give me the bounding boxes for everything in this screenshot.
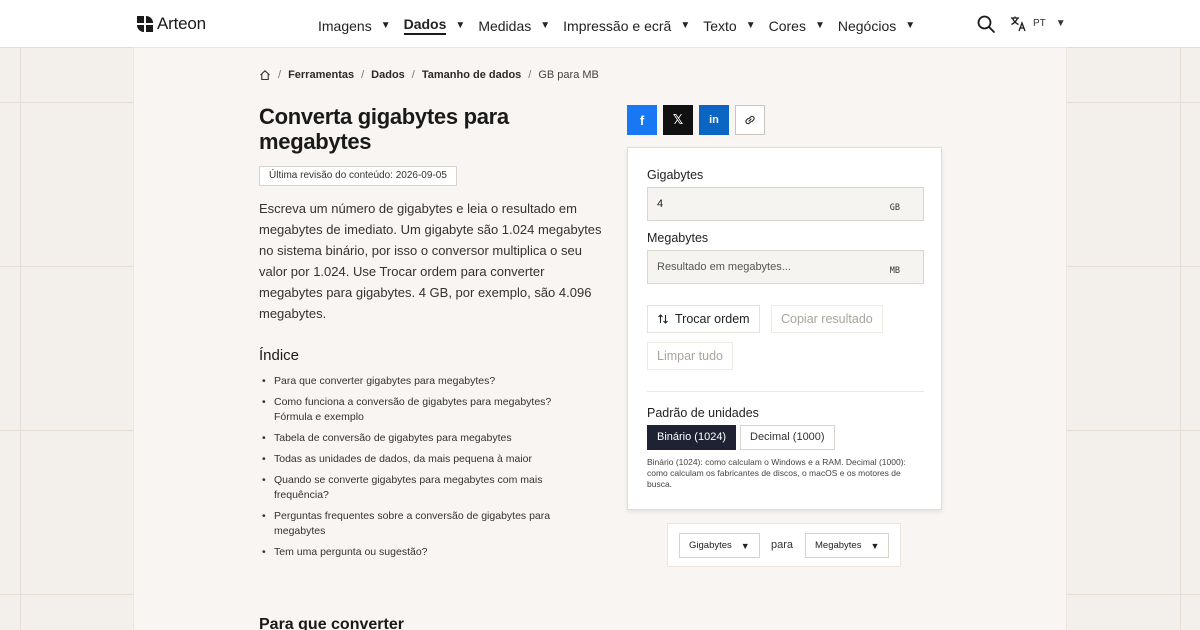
megabytes-output[interactable]	[648, 251, 878, 283]
nav-item-cores[interactable]: Cores ▼	[769, 16, 825, 35]
logo-icon	[137, 16, 153, 32]
toc-item[interactable]: Tem uma pergunta ou sugestão?	[260, 545, 560, 560]
translate-icon	[1011, 16, 1026, 32]
gigabytes-label: Gigabytes	[647, 168, 704, 182]
background-grid-line	[20, 48, 21, 630]
breadcrumb: / Ferramentas / Dados / Tamanho de dados…	[259, 69, 599, 81]
nav-item-label: Dados	[403, 16, 447, 35]
nav-item-dados[interactable]: Dados ▼	[403, 16, 466, 35]
breadcrumb-tamanho-de-dados[interactable]: Tamanho de dados	[422, 69, 521, 81]
share-facebook-button[interactable]: f	[627, 105, 657, 135]
background-grid-line	[1180, 48, 1181, 630]
share-x-button[interactable]: 𝕏	[663, 105, 693, 135]
clear-all-button[interactable]: Limpar tudo	[647, 342, 734, 370]
nav-item-label: Impressão e ecrã	[563, 17, 672, 34]
caret-down-icon: ▼	[540, 20, 551, 31]
nav-item-label: Texto	[703, 17, 737, 34]
nav-item-label: Cores	[768, 17, 806, 34]
search-button[interactable]	[976, 14, 996, 34]
swap-order-label: Trocar ordem	[675, 312, 750, 326]
megabytes-unit: MB	[889, 266, 900, 276]
breadcrumb-separator: /	[278, 69, 282, 81]
megabytes-field-wrapper: MB	[647, 250, 924, 284]
linkedin-icon: in	[709, 114, 719, 126]
caret-down-icon: ▼	[870, 540, 880, 551]
toc-item[interactable]: Tabela de conversão de gigabytes para me…	[260, 431, 560, 446]
unit-standard-label: Padrão de unidades	[647, 406, 759, 420]
copy-result-label: Copiar resultado	[781, 312, 873, 326]
breadcrumb-separator: /	[411, 69, 415, 81]
toc-item[interactable]: Perguntas frequentes sobre a conversão d…	[260, 509, 560, 539]
chooser-connector: para	[771, 539, 794, 551]
converter-panel: Gigabytes GB Megabytes MB Trocar ordem C…	[627, 147, 942, 510]
top-navigation-bar: Arteon Imagens ▼ Dados ▼ Medidas ▼ Impre…	[0, 0, 1200, 48]
copy-link-button[interactable]	[735, 105, 765, 135]
page-title: Converta gigabytes para megabytes	[259, 104, 509, 154]
nav-item-label: Medidas	[478, 17, 532, 34]
to-unit-value: Megabytes	[815, 540, 862, 551]
nav-item-texto[interactable]: Texto ▼	[703, 16, 755, 35]
to-unit-select[interactable]: Megabytes ▼	[805, 533, 890, 558]
brand-logo[interactable]: Arteon	[137, 14, 206, 34]
clear-all-label: Limpar tudo	[657, 349, 724, 363]
facebook-icon: f	[639, 112, 645, 128]
link-icon	[745, 115, 755, 125]
caret-down-icon: ▼	[455, 20, 466, 31]
toc-title: Índice	[259, 347, 300, 364]
language-switcher[interactable]: PT ▼	[1010, 15, 1066, 32]
section-heading: Para que converter	[259, 616, 404, 630]
nav-item-label: Negócios	[837, 17, 897, 34]
search-icon	[977, 15, 995, 33]
breadcrumb-separator: /	[361, 69, 365, 81]
binary-standard-button[interactable]: Binário (1024)	[647, 425, 737, 450]
caret-down-icon: ▼	[814, 20, 825, 31]
caret-down-icon: ▼	[680, 20, 691, 31]
megabytes-label: Megabytes	[647, 231, 709, 245]
share-buttons: f 𝕏 in	[627, 105, 765, 135]
caret-down-icon: ▼	[1055, 18, 1066, 29]
toc-item[interactable]: Como funciona a conversão de gigabytes p…	[260, 395, 560, 425]
breadcrumb-current: GB para MB	[538, 69, 599, 81]
nav-item-negocios[interactable]: Negócios ▼	[838, 16, 915, 35]
home-icon[interactable]	[259, 69, 271, 81]
swap-arrows-icon	[658, 314, 668, 324]
table-of-contents: Para que converter gigabytes para megaby…	[260, 374, 560, 566]
caret-down-icon: ▼	[740, 540, 750, 551]
revision-badge: Última revisão do conteúdo: 2026-09-05	[259, 166, 457, 186]
divider	[647, 391, 924, 392]
breadcrumb-dados[interactable]: Dados	[371, 69, 405, 81]
gigabytes-unit: GB	[889, 203, 900, 213]
nav-item-imagens[interactable]: Imagens ▼	[318, 16, 391, 35]
caret-down-icon: ▼	[905, 20, 916, 31]
gigabytes-input[interactable]	[648, 188, 878, 220]
toc-item[interactable]: Quando se converte gigabytes para megaby…	[260, 473, 560, 503]
from-unit-value: Gigabytes	[689, 540, 732, 551]
unit-standard-note: Binário (1024): como calculam o Windows …	[647, 457, 906, 489]
language-code: PT	[1033, 18, 1046, 29]
unit-pair-chooser: Gigabytes ▼ para Megabytes ▼	[667, 523, 901, 567]
caret-down-icon: ▼	[745, 20, 756, 31]
intro-paragraph: Escreva um número de gigabytes e leia o …	[259, 201, 602, 321]
main-nav: Imagens ▼ Dados ▼ Medidas ▼ Impressão e …	[318, 16, 928, 35]
share-linkedin-button[interactable]: in	[699, 105, 729, 135]
x-icon: 𝕏	[672, 112, 684, 127]
toc-item[interactable]: Para que converter gigabytes para megaby…	[260, 374, 560, 389]
swap-order-button[interactable]: Trocar ordem	[647, 305, 760, 333]
nav-item-label: Imagens	[318, 17, 372, 34]
nav-item-impressao-e-ecra[interactable]: Impressão e ecrã ▼	[563, 16, 690, 35]
from-unit-select[interactable]: Gigabytes ▼	[679, 533, 760, 558]
toc-item[interactable]: Todas as unidades de dados, da mais pequ…	[260, 452, 560, 467]
breadcrumb-separator: /	[528, 69, 532, 81]
caret-down-icon: ▼	[380, 20, 391, 31]
nav-item-medidas[interactable]: Medidas ▼	[478, 16, 550, 35]
breadcrumb-ferramentas[interactable]: Ferramentas	[288, 69, 354, 81]
copy-result-button[interactable]: Copiar resultado	[771, 305, 883, 333]
gigabytes-field-wrapper: GB	[647, 187, 924, 221]
decimal-standard-button[interactable]: Decimal (1000)	[740, 425, 835, 450]
brand-name: Arteon	[157, 14, 206, 33]
